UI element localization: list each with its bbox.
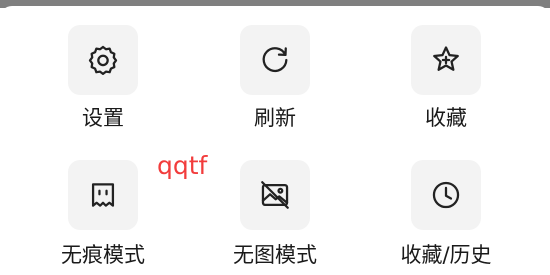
favorite-label: 收藏 [425, 106, 467, 130]
star-add-icon [433, 46, 459, 71]
settings-button[interactable] [68, 25, 138, 95]
quick-menu-sheet: 设置 刷新 收藏 无痕模式 无图模式 收藏/历史 qqtf [0, 6, 550, 275]
no-image-mode-button[interactable] [240, 160, 310, 230]
clock-icon [432, 181, 460, 209]
gear-icon [88, 45, 118, 76]
refresh-icon [262, 47, 288, 72]
incognito-ghost-icon [91, 183, 115, 207]
favorites-history-button[interactable] [411, 160, 481, 230]
incognito-mode-button[interactable] [68, 160, 138, 230]
incognito-mode-label: 无痕模式 [61, 243, 145, 267]
favorite-button[interactable] [411, 25, 481, 95]
favorites-history-label: 收藏/历史 [400, 243, 492, 267]
refresh-button[interactable] [240, 25, 310, 95]
no-image-icon [261, 181, 289, 209]
overlay-text: qqtf [157, 151, 208, 180]
settings-label: 设置 [82, 106, 124, 130]
no-image-mode-label: 无图模式 [233, 243, 317, 267]
refresh-label: 刷新 [254, 106, 296, 130]
